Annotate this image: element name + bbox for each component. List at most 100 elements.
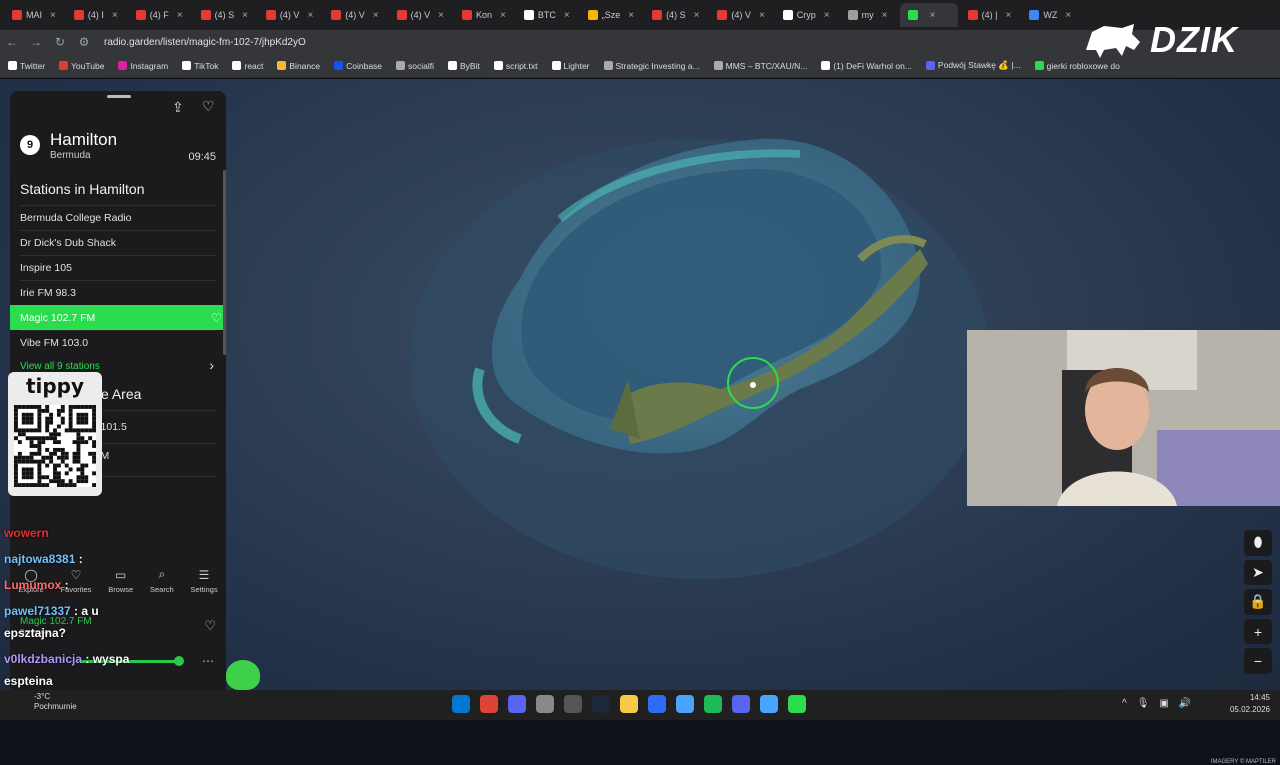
url-input[interactable]: radio.garden/listen/magic-fm-102-7/jhpKd… bbox=[104, 37, 306, 48]
close-tab-icon[interactable]: × bbox=[759, 10, 765, 21]
heart-icon[interactable]: ♡ bbox=[202, 98, 215, 115]
bookmark-item[interactable]: Strategic Investing a... bbox=[603, 60, 700, 71]
browser-tab[interactable]: my × bbox=[840, 3, 898, 27]
taskbar-app-icon[interactable] bbox=[788, 695, 806, 713]
station-row[interactable]: Inspire 105 bbox=[20, 255, 216, 280]
zoom-out-button[interactable]: − bbox=[1244, 648, 1272, 674]
reload-icon[interactable]: ↻ bbox=[48, 35, 72, 49]
close-tab-icon[interactable]: × bbox=[50, 10, 56, 21]
close-tab-icon[interactable]: × bbox=[242, 10, 248, 21]
player-heart-icon[interactable]: ♡ bbox=[204, 618, 216, 634]
taskbar-app-icon[interactable] bbox=[452, 695, 470, 713]
taskbar-app-icon[interactable] bbox=[648, 695, 666, 713]
browser-tab[interactable]: Cryp × bbox=[775, 3, 838, 27]
taskbar-app-icon[interactable] bbox=[536, 695, 554, 713]
close-tab-icon[interactable]: × bbox=[500, 10, 506, 21]
taskbar-app-icon[interactable] bbox=[620, 695, 638, 713]
browser-tab[interactable]: (4) S × bbox=[644, 3, 707, 27]
browser-tab[interactable]: (4) V × bbox=[389, 3, 452, 27]
browser-tab[interactable]: Kon × bbox=[454, 3, 514, 27]
bookmark-item[interactable]: Instagram bbox=[118, 61, 168, 71]
browser-tab[interactable]: (4) V × bbox=[258, 3, 321, 27]
station-row-active[interactable]: Magic 102.7 FM ♡ bbox=[10, 305, 226, 330]
panel-grabber[interactable] bbox=[107, 95, 131, 98]
browser-tab[interactable]: MAI × bbox=[4, 3, 64, 27]
taskbar-app-icon[interactable] bbox=[704, 695, 722, 713]
volume-icon[interactable]: 🔊 bbox=[1179, 698, 1191, 709]
bookmark-item[interactable]: Coinbase bbox=[334, 61, 382, 71]
network-icon[interactable]: ▣ bbox=[1159, 698, 1168, 709]
close-tab-icon[interactable]: × bbox=[373, 10, 379, 21]
bookmark-item[interactable]: (1) DeFi Warhol on... bbox=[821, 61, 912, 71]
chat-username: v0lkdzbanicja bbox=[4, 652, 83, 666]
close-tab-icon[interactable]: × bbox=[307, 10, 313, 21]
browser-tab[interactable]: „Sze × bbox=[580, 3, 642, 27]
close-tab-icon[interactable]: × bbox=[824, 10, 830, 21]
close-tab-icon[interactable]: × bbox=[628, 10, 634, 21]
station-row[interactable]: Irie FM 98.3 bbox=[20, 280, 216, 305]
taskbar-app-icon[interactable] bbox=[592, 695, 610, 713]
close-tab-icon[interactable]: × bbox=[112, 10, 118, 21]
browser-tab[interactable]: (4) | × bbox=[960, 3, 1020, 27]
close-tab-icon[interactable]: × bbox=[882, 10, 888, 21]
taskbar-app-icon[interactable] bbox=[760, 695, 778, 713]
close-tab-icon[interactable]: × bbox=[564, 10, 570, 21]
close-tab-icon[interactable]: × bbox=[930, 10, 936, 21]
bookmark-item[interactable]: YouTube bbox=[59, 61, 104, 71]
bookmark-item[interactable]: ByBit bbox=[448, 61, 480, 71]
zoom-in-button[interactable]: + bbox=[1244, 618, 1272, 645]
bookmark-item[interactable]: react bbox=[232, 61, 263, 71]
taskbar-app-icon[interactable] bbox=[480, 695, 498, 713]
share-icon[interactable]: ⇪ bbox=[172, 99, 184, 116]
balloon-icon[interactable]: ⬮ bbox=[1244, 530, 1272, 556]
bookmark-item[interactable]: Twitter bbox=[8, 61, 45, 71]
close-tab-icon[interactable]: × bbox=[177, 10, 183, 21]
bookmark-item[interactable]: Binance bbox=[277, 61, 320, 71]
chevron-up-icon[interactable]: ^ bbox=[1122, 698, 1127, 709]
bookmark-label: (1) DeFi Warhol on... bbox=[833, 60, 912, 71]
station-row[interactable]: Dr Dick's Dub Shack bbox=[20, 230, 216, 255]
bookmark-item[interactable]: Podwój Stawkę 💰 |... bbox=[925, 60, 1021, 71]
bookmark-icon bbox=[59, 61, 69, 70]
browser-tab[interactable]: (4) F × bbox=[128, 3, 191, 27]
station-row[interactable]: Bermuda College Radio bbox=[20, 205, 216, 230]
browser-tab[interactable]: (4) V × bbox=[709, 3, 772, 27]
taskbar-app-icon[interactable] bbox=[732, 695, 750, 713]
bookmark-item[interactable]: socialfi bbox=[396, 61, 434, 71]
bookmark-item[interactable]: MMS – BTC/XAU/N... bbox=[713, 60, 808, 71]
tab-favicon-icon bbox=[587, 10, 598, 20]
mic-icon[interactable]: 🎙 bbox=[1137, 698, 1150, 709]
taskbar-app-icon[interactable] bbox=[676, 695, 694, 713]
bookmark-item[interactable]: script.txt bbox=[493, 61, 538, 71]
clock[interactable]: 14:45 05.02.2026 bbox=[1230, 692, 1270, 716]
bookmark-item[interactable]: TikTok bbox=[182, 61, 218, 71]
more-icon[interactable]: ⋯ bbox=[202, 654, 214, 668]
close-tab-icon[interactable]: × bbox=[438, 10, 444, 21]
taskbar-app-icon[interactable] bbox=[508, 695, 526, 713]
browser-tab[interactable]: (4) I × bbox=[66, 3, 126, 27]
bookmark-item[interactable]: Lighter bbox=[551, 61, 590, 71]
close-tab-icon[interactable]: × bbox=[1065, 10, 1071, 21]
taskbar-app-icon[interactable] bbox=[564, 695, 582, 713]
browser-tab[interactable]: BTC × bbox=[516, 3, 578, 27]
favorite-heart-icon[interactable]: ♡ bbox=[211, 311, 222, 325]
lock-icon[interactable]: 🔒 bbox=[1244, 589, 1272, 615]
panel-scrollbar[interactable] bbox=[223, 170, 226, 355]
site-info-icon[interactable]: ⚙ bbox=[72, 35, 96, 49]
close-tab-icon[interactable]: × bbox=[1005, 10, 1011, 21]
browser-tab[interactable]: × bbox=[899, 3, 958, 27]
bookmark-label: Strategic Investing a... bbox=[615, 60, 700, 71]
locate-icon[interactable]: ➤ bbox=[1244, 559, 1272, 586]
chat-username: wowern bbox=[4, 526, 49, 540]
back-icon[interactable]: ← bbox=[0, 35, 24, 49]
station-row[interactable]: Vibe FM 103.0 bbox=[20, 330, 216, 355]
weather-widget[interactable]: -3°C Pochmurnie bbox=[8, 692, 77, 712]
browser-tab[interactable]: (4) S × bbox=[193, 3, 256, 27]
close-tab-icon[interactable]: × bbox=[694, 10, 700, 21]
bookmark-label: MMS – BTC/XAU/N... bbox=[725, 60, 808, 71]
browser-tab[interactable]: WZ × bbox=[1021, 3, 1079, 27]
station-name: Magic 102.7 FM bbox=[20, 311, 96, 324]
tab-favicon-icon bbox=[847, 10, 858, 20]
browser-tab[interactable]: (4) V × bbox=[323, 3, 386, 27]
forward-icon[interactable]: → bbox=[24, 35, 48, 49]
